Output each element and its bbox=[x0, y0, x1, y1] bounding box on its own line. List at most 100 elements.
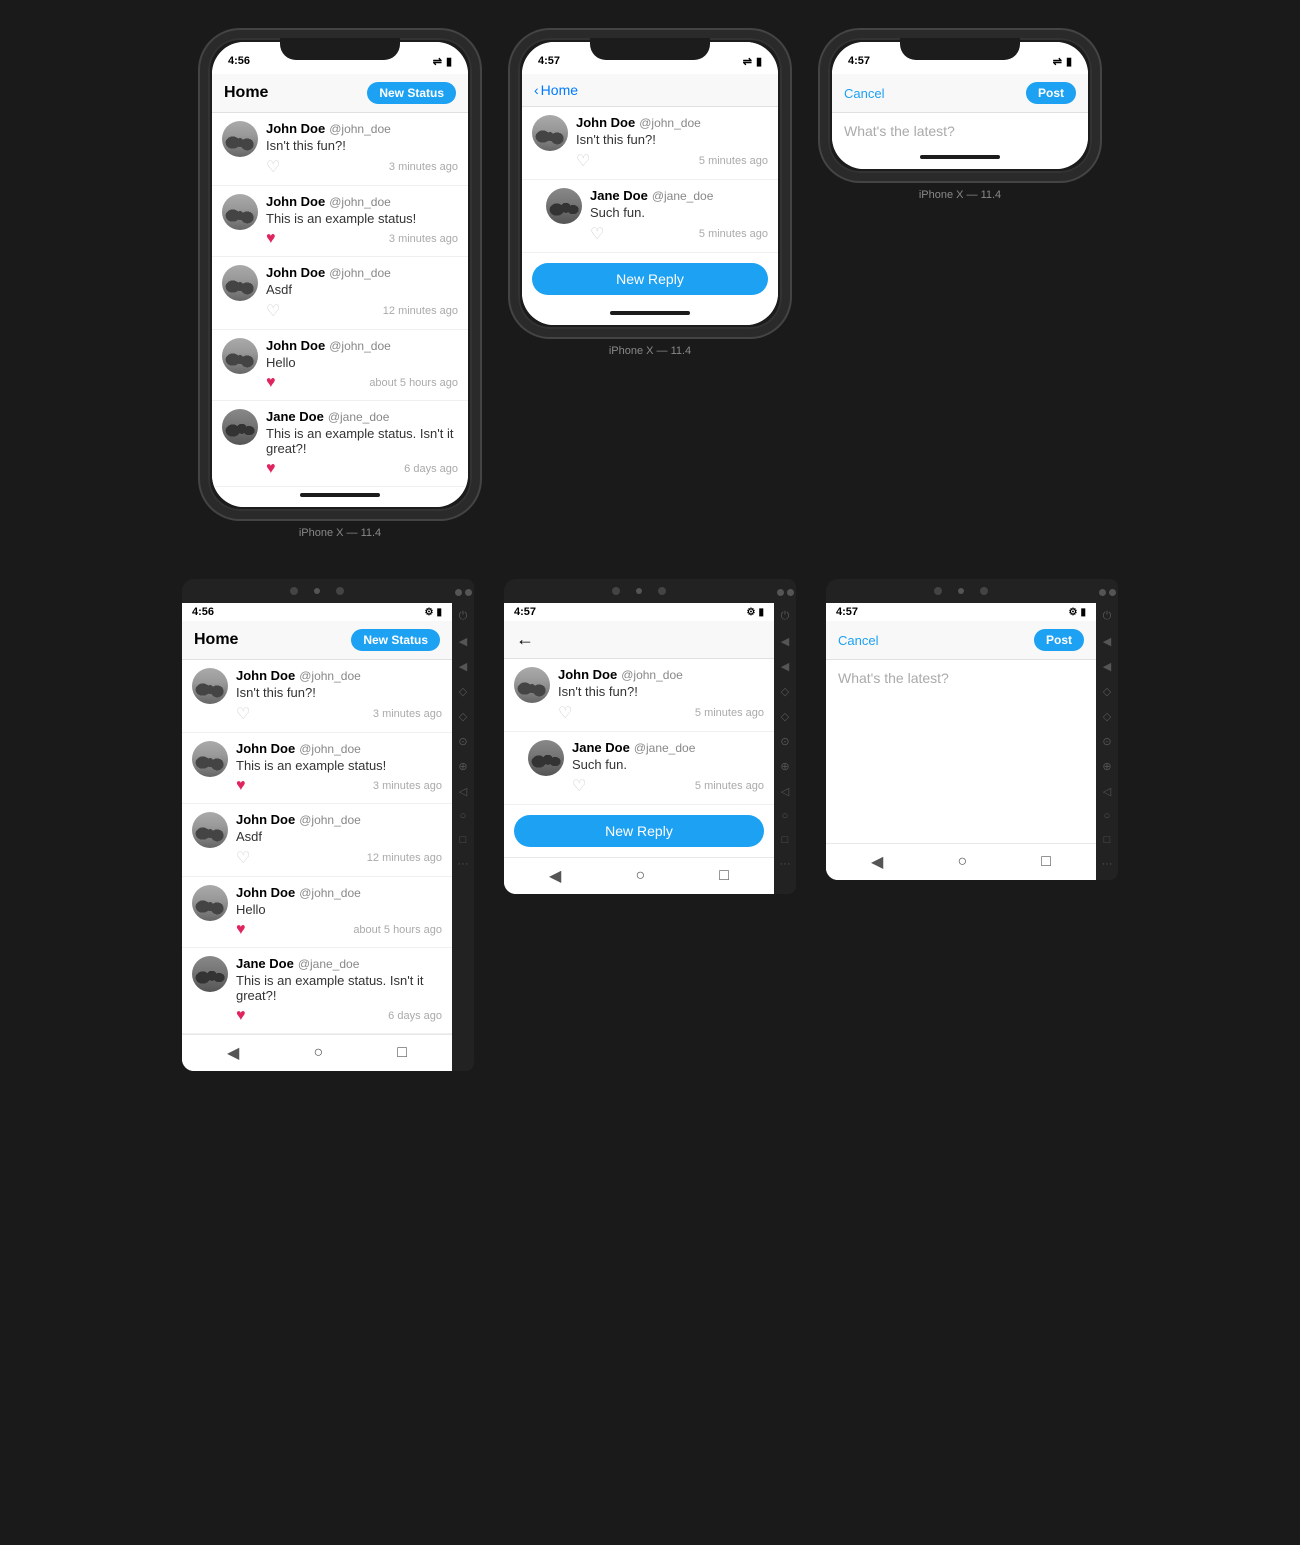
android-time-item-4: about 5 hours ago bbox=[353, 924, 442, 936]
side-vol-down-icon[interactable]: ◀ bbox=[459, 660, 467, 673]
thread-heart-1[interactable]: ♡ bbox=[576, 151, 590, 171]
side-search-2[interactable]: ⊕ bbox=[780, 760, 789, 773]
android-text-4: Hello bbox=[236, 902, 442, 917]
side-vol-2b[interactable]: ◀ bbox=[781, 660, 789, 673]
battery-icon-3: ▮ bbox=[1066, 55, 1072, 68]
android-footer-1: ♡ 3 minutes ago bbox=[236, 704, 442, 724]
status-time-1: 4:56 bbox=[228, 55, 250, 67]
side-vol-2a[interactable]: ◀ bbox=[781, 635, 789, 648]
compose-placeholder-ios[interactable]: What's the latest? bbox=[832, 113, 1088, 149]
android-back-nav[interactable]: ◀ bbox=[227, 1043, 239, 1063]
android-heart-1[interactable]: ♡ bbox=[236, 704, 250, 724]
post-button-ios[interactable]: Post bbox=[1026, 82, 1076, 104]
close-buttons-2 bbox=[777, 589, 794, 596]
back-button-ios[interactable]: ‹ Home bbox=[534, 82, 578, 98]
heart-5[interactable]: ♥ bbox=[266, 460, 276, 478]
feed-handle-1: @john_doe bbox=[329, 122, 391, 136]
android-footer-3: ♡ 12 minutes ago bbox=[236, 848, 442, 868]
android-post-button[interactable]: Post bbox=[1034, 629, 1084, 651]
android-compose-placeholder[interactable]: What's the latest? bbox=[826, 660, 1096, 696]
android-side-2: ⏻ ◀ ◀ ◇ ◇ ⊙ ⊕ ◁ ○ □ ··· bbox=[774, 579, 796, 894]
android-name-1: John Doe bbox=[236, 668, 295, 683]
android-heart-3[interactable]: ♡ bbox=[236, 848, 250, 868]
thread-heart-2[interactable]: ♡ bbox=[590, 224, 604, 244]
android-new-status-btn[interactable]: New Status bbox=[351, 629, 440, 651]
android-text-1: Isn't this fun?! bbox=[236, 685, 442, 700]
android-back-nav-2[interactable]: ◀ bbox=[549, 866, 561, 886]
close-btn-1b[interactable] bbox=[465, 589, 472, 596]
side-power-icon-3[interactable]: ⏻ bbox=[1103, 610, 1112, 623]
side-cam-3[interactable]: ⊙ bbox=[1102, 735, 1111, 748]
side-search-icon[interactable]: ⊕ bbox=[458, 760, 467, 773]
new-reply-button-ios[interactable]: New Reply bbox=[532, 263, 768, 295]
android-new-reply-button[interactable]: New Reply bbox=[514, 815, 764, 847]
android-heart-2[interactable]: ♥ bbox=[236, 777, 246, 795]
android-top-3 bbox=[826, 579, 1096, 603]
side-vol-3b[interactable]: ◀ bbox=[1103, 660, 1111, 673]
side-power-icon[interactable]: ⏻ bbox=[459, 610, 468, 623]
android-back-nav-3[interactable]: ◀ bbox=[871, 852, 883, 872]
feed-name-2: John Doe bbox=[266, 194, 325, 209]
side-circle-icon[interactable]: ○ bbox=[460, 810, 467, 822]
android-home-nav[interactable]: ○ bbox=[313, 1044, 323, 1062]
feed-header-3: John Doe @john_doe bbox=[266, 265, 458, 280]
android-cancel-button[interactable]: Cancel bbox=[838, 633, 878, 648]
feed-header-4: John Doe @john_doe bbox=[266, 338, 458, 353]
close-btn-2b[interactable] bbox=[787, 589, 794, 596]
android-recents-nav-2[interactable]: □ bbox=[719, 867, 729, 885]
android-thread-heart-2[interactable]: ♡ bbox=[572, 776, 586, 796]
android-body-4: John Doe @john_doe Hello ♥ about 5 hours… bbox=[236, 885, 442, 939]
android-recents-nav-3[interactable]: □ bbox=[1041, 853, 1051, 871]
android-heart-4[interactable]: ♥ bbox=[236, 921, 246, 939]
android-side-3: ⏻ ◀ ◀ ◇ ◇ ⊙ ⊕ ◁ ○ □ ··· bbox=[1096, 579, 1118, 880]
side-more-icon[interactable]: ··· bbox=[458, 858, 469, 870]
side-cam-2[interactable]: ⊙ bbox=[780, 735, 789, 748]
iphone-frame-1: 4:56 ⇌ ▮ Home New Status bbox=[200, 30, 480, 519]
side-back-2[interactable]: ◁ bbox=[781, 785, 789, 798]
side-search-3[interactable]: ⊕ bbox=[1102, 760, 1111, 773]
android-device-1: 4:56 ⚙ ▮ Home New Status bbox=[182, 579, 474, 1071]
close-btn-3b[interactable] bbox=[1109, 589, 1116, 596]
side-more-3[interactable]: ··· bbox=[1102, 858, 1113, 870]
android-screen-3: 4:57 ⚙ ▮ Cancel Post What's the latest? bbox=[826, 603, 1096, 880]
heart-1[interactable]: ♡ bbox=[266, 157, 280, 177]
android-thread-body-2: Jane Doe @jane_doe Such fun. ♡ 5 minutes… bbox=[572, 740, 764, 796]
status-time-3: 4:57 bbox=[848, 55, 870, 67]
side-square-3[interactable]: □ bbox=[1104, 834, 1111, 846]
side-back-icon[interactable]: ◁ bbox=[459, 785, 467, 798]
side-circle-3[interactable]: ○ bbox=[1104, 810, 1111, 822]
side-vol-up-icon[interactable]: ◀ bbox=[459, 635, 467, 648]
thread-footer-2: ♡ 5 minutes ago bbox=[590, 224, 768, 244]
side-camera-icon[interactable]: ⊙ bbox=[458, 735, 467, 748]
android-footer-4: ♥ about 5 hours ago bbox=[236, 921, 442, 939]
android-heart-5[interactable]: ♥ bbox=[236, 1007, 246, 1025]
android-thread-text-2: Such fun. bbox=[572, 757, 764, 772]
close-btn-3a[interactable] bbox=[1099, 589, 1106, 596]
side-more-2[interactable]: ··· bbox=[780, 858, 791, 870]
feed-footer-1: ♡ 3 minutes ago bbox=[266, 157, 458, 177]
feed-header-2: John Doe @john_doe bbox=[266, 194, 458, 209]
close-btn-2a[interactable] bbox=[777, 589, 784, 596]
side-square-2[interactable]: □ bbox=[782, 834, 789, 846]
heart-3[interactable]: ♡ bbox=[266, 301, 280, 321]
side-square-icon[interactable]: □ bbox=[460, 834, 467, 846]
android-home-nav-3[interactable]: ○ bbox=[957, 853, 967, 871]
side-power-icon-2[interactable]: ⏻ bbox=[781, 610, 790, 623]
thread-footer-1: ♡ 5 minutes ago bbox=[576, 151, 768, 171]
cancel-button-ios[interactable]: Cancel bbox=[844, 86, 884, 101]
new-status-button-ios[interactable]: New Status bbox=[367, 82, 456, 104]
side-circle-2[interactable]: ○ bbox=[782, 810, 789, 822]
android-back-button[interactable]: ← bbox=[516, 629, 534, 650]
wifi-icon-1: ⇌ bbox=[433, 55, 442, 68]
side-back-3[interactable]: ◁ bbox=[1103, 785, 1111, 798]
heart-4[interactable]: ♥ bbox=[266, 374, 276, 392]
android-status-icons-2: ⚙ ▮ bbox=[747, 607, 764, 618]
side-vol-3a[interactable]: ◀ bbox=[1103, 635, 1111, 648]
android-recents-nav[interactable]: □ bbox=[397, 1044, 407, 1062]
close-btn-1a[interactable] bbox=[455, 589, 462, 596]
android-home-nav-2[interactable]: ○ bbox=[635, 867, 645, 885]
android-thread-heart-1[interactable]: ♡ bbox=[558, 703, 572, 723]
android-header-2: John Doe @john_doe bbox=[236, 741, 442, 756]
heart-2[interactable]: ♥ bbox=[266, 230, 276, 248]
iphone-screen-2: 4:57 ⇌ ▮ ‹ Home John Doe bbox=[522, 42, 778, 325]
